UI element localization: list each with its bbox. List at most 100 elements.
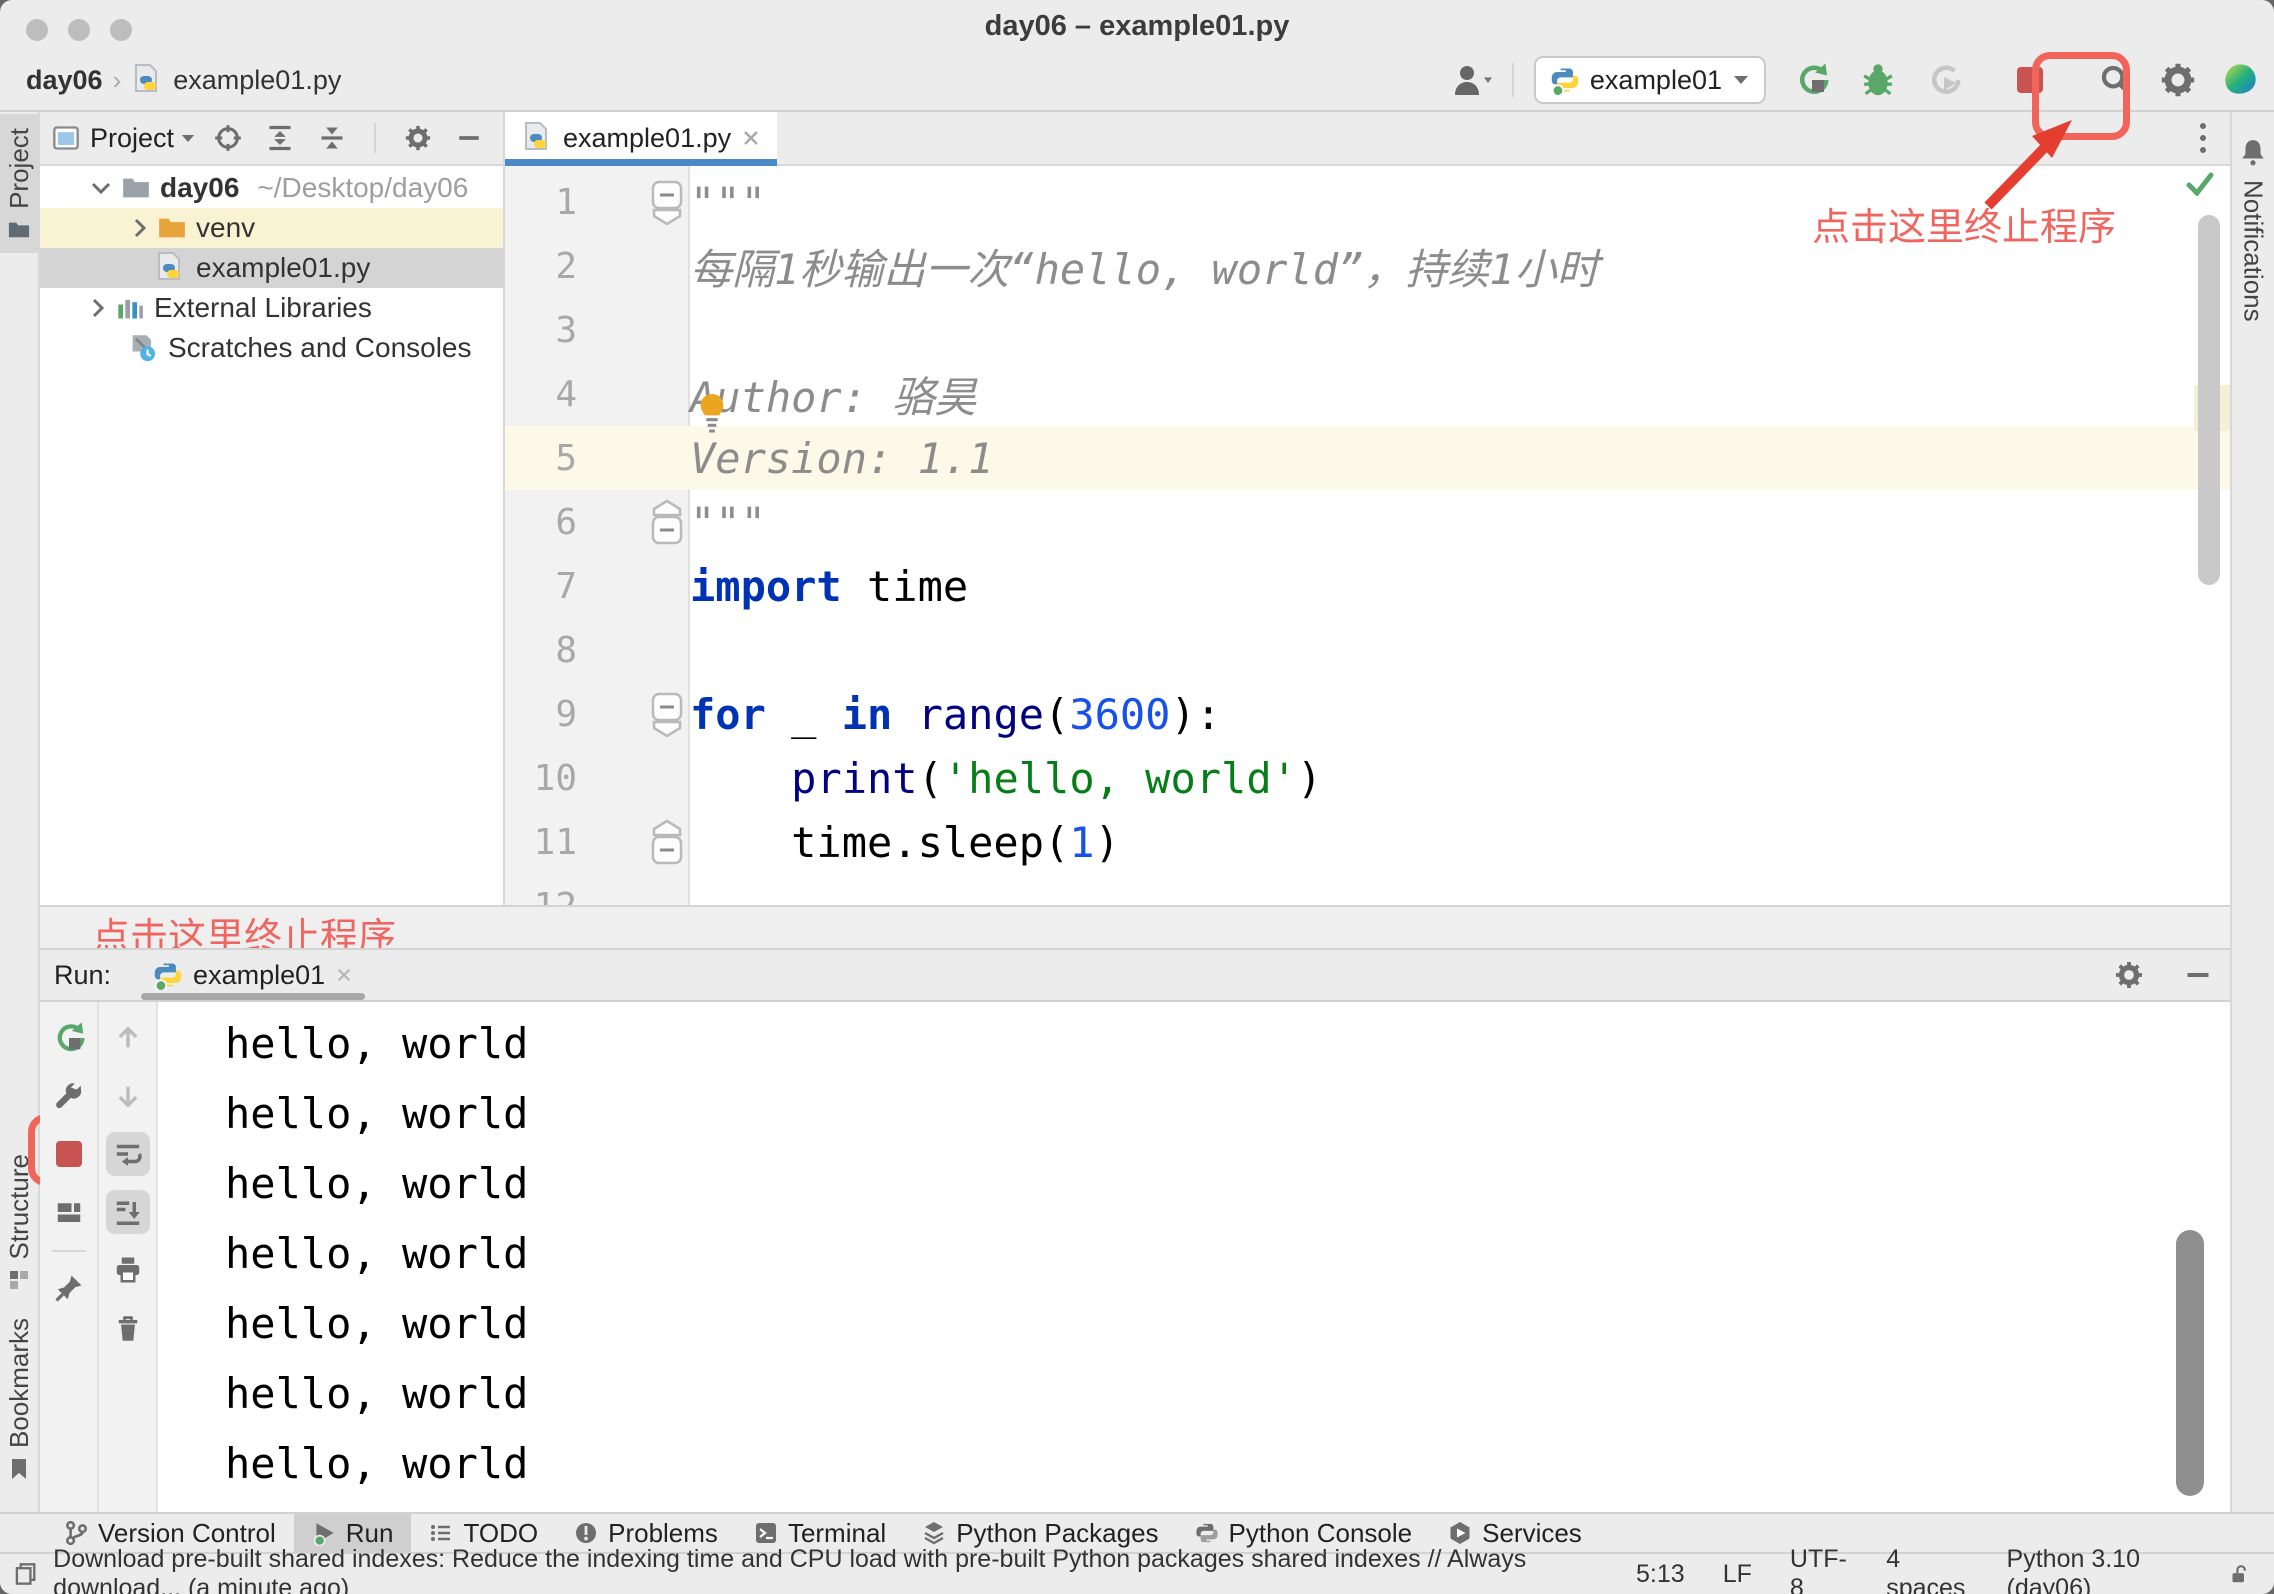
- rerun-program-button[interactable]: [47, 1016, 91, 1060]
- code-line-7[interactable]: 7 import time: [505, 554, 2230, 618]
- clear-console-trash-icon[interactable]: [106, 1306, 150, 1350]
- external-libraries-icon: [118, 299, 143, 319]
- pin-tab-icon[interactable]: [47, 1266, 91, 1310]
- code-line-10[interactable]: 10 print('hello, world'): [505, 746, 2230, 810]
- tree-row-day06[interactable]: day06 ~/Desktop/day06: [40, 168, 503, 208]
- line-number: 8: [555, 629, 577, 671]
- console-scrollbar[interactable]: [2176, 1230, 2204, 1496]
- fold-end-marker[interactable]: [650, 819, 684, 865]
- tree-row-scratches[interactable]: Scratches and Consoles: [40, 328, 503, 368]
- run-configuration-select[interactable]: example01: [1533, 56, 1766, 104]
- chevron-collapsed-icon[interactable]: [90, 297, 106, 319]
- shared-indexes-icon: [15, 1563, 36, 1585]
- tree-label: External Libraries: [154, 292, 372, 323]
- fold-end-marker[interactable]: [650, 499, 684, 545]
- editor-scrollbar[interactable]: [2198, 215, 2220, 585]
- hide-panel-icon[interactable]: [456, 125, 482, 151]
- indent-size[interactable]: 4 spaces: [1886, 1545, 1968, 1594]
- code-line-6[interactable]: 6 """: [505, 490, 2230, 554]
- more-options-kebab-icon[interactable]: [2198, 121, 2208, 155]
- tool-tab-notifications[interactable]: Notifications: [2238, 166, 2269, 336]
- expand-all-icon[interactable]: [266, 124, 294, 152]
- unlocked-icon[interactable]: [2230, 1561, 2248, 1587]
- toolbar-separator: [1511, 63, 1514, 97]
- intention-bulb-icon[interactable]: [695, 391, 729, 437]
- debug-button[interactable]: [1858, 60, 1898, 100]
- tool-tab-project-label: Project: [3, 128, 34, 209]
- restore-layout-icon[interactable]: [47, 1190, 91, 1234]
- code-line-4[interactable]: 4 Author: 骆昊: [505, 362, 2230, 426]
- hide-run-panel-icon[interactable]: [2184, 961, 2212, 989]
- tool-tab-bookmarks[interactable]: Bookmarks: [4, 1304, 35, 1494]
- toolwin-label: Python Console: [1228, 1517, 1413, 1548]
- code-line-3[interactable]: 3: [505, 298, 2230, 362]
- settings-gear-icon[interactable]: [2158, 60, 2198, 100]
- project-tree: day06 ~/Desktop/day06 venv example01.py: [40, 166, 503, 368]
- stop-hint-annotation-top: 点击这里终止程序: [1812, 207, 2117, 249]
- chevron-collapsed-icon[interactable]: [132, 217, 148, 239]
- chevron-down-icon[interactable]: [180, 133, 196, 144]
- stop-button-highlight-box-top: [2032, 52, 2130, 140]
- structure-icon: [10, 1270, 28, 1289]
- console-line: hello, world: [225, 1368, 529, 1418]
- panel-settings-gear-icon[interactable]: [404, 124, 432, 152]
- run-toolbar-console: [99, 1002, 158, 1512]
- jetbrains-space-icon[interactable]: [2220, 60, 2260, 100]
- breadcrumb-project[interactable]: day06: [26, 65, 103, 96]
- line-number: 4: [555, 373, 577, 415]
- status-message[interactable]: Download pre-built shared indexes: Reduc…: [53, 1545, 1636, 1594]
- tree-row-venv[interactable]: venv: [40, 208, 503, 248]
- editor-tab-example01[interactable]: example01.py: [505, 112, 778, 166]
- code-line-5[interactable]: 5 Version: 1.1: [505, 426, 2230, 490]
- line-number: 6: [555, 501, 577, 543]
- python-file-icon: [525, 122, 547, 150]
- file-encoding[interactable]: UTF-8: [1790, 1545, 1848, 1594]
- toolwin-label: Services: [1482, 1517, 1582, 1548]
- tree-row-example01[interactable]: example01.py: [40, 248, 503, 288]
- fold-start-marker[interactable]: [650, 179, 684, 225]
- code-text: import time: [690, 561, 969, 611]
- run-settings-gear-icon[interactable]: [2114, 960, 2144, 990]
- tree-row-external-libraries[interactable]: External Libraries: [40, 288, 503, 328]
- up-stacktrace-icon[interactable]: [106, 1016, 150, 1060]
- code-line-11[interactable]: 11 time.sleep(1): [505, 810, 2230, 874]
- inspections-ok-check-icon[interactable]: [2186, 172, 2214, 196]
- code-line-8[interactable]: 8: [505, 618, 2230, 682]
- console-output[interactable]: hello, world hello, world hello, world hell…: [158, 1002, 2230, 1512]
- problems-icon: [576, 1523, 597, 1543]
- down-stacktrace-icon[interactable]: [106, 1074, 150, 1118]
- scroll-to-end-toggle[interactable]: [105, 1190, 150, 1234]
- line-number: 1: [555, 181, 577, 223]
- run-tab-example01[interactable]: example01: [141, 950, 366, 1000]
- breadcrumb-file[interactable]: example01.py: [173, 65, 341, 96]
- collapse-all-icon[interactable]: [318, 124, 346, 152]
- toolwin-label: Terminal: [787, 1517, 887, 1548]
- code-area[interactable]: 1 """ 2 每隔1秒输出一次“hello, world”，持续1小时 3 4 Auth…: [505, 166, 2230, 905]
- chevron-expanded-icon[interactable]: [90, 181, 112, 195]
- tool-tab-project[interactable]: Project: [0, 114, 39, 253]
- folder-excluded-icon: [159, 218, 185, 238]
- fold-start-marker[interactable]: [650, 691, 684, 737]
- python-file-icon-slot: [131, 64, 163, 96]
- bell-icon[interactable]: [2240, 138, 2266, 166]
- code-line-9[interactable]: 9 for _ in range(3600):: [505, 682, 2230, 746]
- stop-program-button[interactable]: [47, 1132, 91, 1176]
- code-line-12[interactable]: 12: [505, 874, 2230, 906]
- console-line: hello, world: [225, 1158, 529, 1208]
- close-tab-icon[interactable]: [335, 966, 353, 984]
- close-tab-icon[interactable]: [741, 128, 761, 148]
- line-ending[interactable]: LF: [1723, 1560, 1752, 1589]
- profiler-button[interactable]: [1924, 60, 1964, 100]
- interpreter[interactable]: Python 3.10 (day06): [2007, 1545, 2192, 1594]
- customize-wrench-icon[interactable]: [47, 1074, 91, 1118]
- fold-column: [577, 691, 690, 737]
- rerun-button[interactable]: [1792, 60, 1832, 100]
- caret-position[interactable]: 5:13: [1636, 1560, 1685, 1589]
- toolwin-label: Python Packages: [956, 1517, 1159, 1548]
- user-account-icon[interactable]: [1452, 60, 1492, 100]
- print-icon[interactable]: [106, 1248, 150, 1292]
- soft-wrap-toggle[interactable]: [105, 1132, 150, 1176]
- console-line: hello, world: [225, 1228, 529, 1278]
- line-number: 11: [533, 821, 577, 863]
- locate-file-icon[interactable]: [214, 124, 242, 152]
